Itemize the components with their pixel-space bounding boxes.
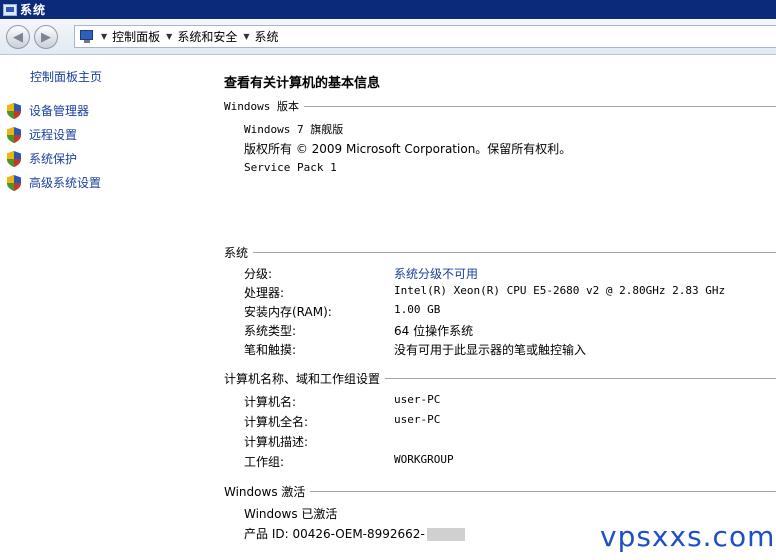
chevron-down-icon[interactable]: ▼	[166, 32, 172, 41]
product-id: 产品 ID: 00426-OEM-8992662-	[244, 527, 425, 541]
chevron-down-icon[interactable]: ▼	[101, 32, 107, 41]
device-manager-link[interactable]: 设备管理器	[7, 102, 89, 119]
breadcrumb-system[interactable]: 系统	[255, 28, 279, 45]
section-heading: 系统	[224, 246, 249, 260]
section-heading: Windows 激活	[224, 485, 306, 499]
section-windows-edition: Windows 版本	[224, 98, 776, 114]
service-pack: Service Pack 1	[244, 161, 337, 174]
computer-description-label: 计算机描述:	[244, 435, 309, 449]
rating-label: 分级:	[244, 267, 273, 281]
uac-shield-icon	[7, 174, 21, 191]
window-title: 系统	[20, 3, 47, 17]
section-heading: Windows 版本	[224, 100, 299, 113]
system-type-label: 系统类型:	[244, 324, 297, 338]
back-button[interactable]: ◀	[6, 25, 30, 49]
computer-name-value: user-PC	[394, 393, 441, 406]
activation-status: Windows 已激活	[244, 507, 338, 521]
system-protection-label: 系统保护	[29, 152, 78, 166]
remote-settings-link[interactable]: 远程设置	[7, 126, 77, 143]
title-bar: 系统	[0, 0, 776, 19]
watermark: vpsxxs.com	[600, 520, 776, 553]
breadcrumb-control-panel[interactable]: 控制面板	[112, 28, 160, 45]
chevron-down-icon[interactable]: ▼	[243, 32, 249, 41]
processor-value: Intel(R) Xeon(R) CPU E5-2680 v2 @ 2.80GH…	[394, 284, 726, 297]
device-manager-label: 设备管理器	[29, 104, 90, 118]
section-computer-name: 计算机名称、域和工作组设置	[224, 370, 776, 387]
breadcrumb: ▼ 控制面板 ▼ 系统和安全 ▼ 系统	[95, 28, 279, 45]
uac-shield-icon	[7, 102, 21, 119]
pen-touch-label: 笔和触摸:	[244, 343, 297, 357]
workgroup-value: WORKGROUP	[394, 453, 454, 466]
advanced-system-settings-link[interactable]: 高级系统设置	[7, 174, 101, 191]
full-computer-name-label: 计算机全名:	[244, 415, 309, 429]
uac-shield-icon	[7, 126, 21, 143]
full-computer-name-value: user-PC	[394, 413, 441, 426]
back-arrow-icon: ◀	[13, 29, 23, 45]
system-protection-link[interactable]: 系统保护	[7, 150, 77, 167]
breadcrumb-system-security[interactable]: 系统和安全	[177, 28, 237, 45]
workgroup-label: 工作组:	[244, 455, 285, 469]
pen-touch-value: 没有可用于此显示器的笔或触控输入	[394, 343, 587, 357]
copyright-text: 版权所有 © 2009 Microsoft Corporation。保留所有权利…	[244, 142, 572, 156]
left-pane: 控制面板主页 设备管理器 远程设置 系统保护 高级系统设置	[0, 55, 205, 560]
ram-value: 1.00 GB	[394, 303, 441, 316]
ram-label: 安装内存(RAM):	[244, 305, 332, 319]
redacted-block	[426, 528, 465, 541]
navigation-bar: ◀ ▶ ▼ 控制面板 ▼ 系统和安全 ▼ 系统	[0, 19, 776, 55]
address-bar[interactable]: ▼ 控制面板 ▼ 系统和安全 ▼ 系统	[74, 25, 776, 48]
computer-name-label: 计算机名:	[244, 395, 297, 409]
processor-label: 处理器:	[244, 286, 285, 300]
section-heading: 计算机名称、域和工作组设置	[224, 372, 381, 386]
forward-arrow-icon: ▶	[41, 29, 51, 45]
product-id-line: 产品 ID: 00426-OEM-8992662-	[244, 525, 465, 542]
section-system: 系统	[224, 244, 776, 261]
page-title: 查看有关计算机的基本信息	[224, 76, 381, 91]
remote-settings-label: 远程设置	[29, 128, 78, 142]
forward-button[interactable]: ▶	[34, 25, 58, 49]
system-type-value: 64 位操作系统	[394, 324, 474, 338]
control-panel-home-link[interactable]: 控制面板主页	[30, 68, 102, 85]
system-window-icon	[3, 3, 17, 16]
edition-name: Windows 7 旗舰版	[244, 123, 344, 136]
rating-link[interactable]: 系统分级不可用	[394, 265, 478, 282]
control-panel-icon	[79, 29, 95, 44]
uac-shield-icon	[7, 150, 21, 167]
advanced-system-settings-label: 高级系统设置	[29, 176, 102, 190]
section-activation: Windows 激活	[224, 483, 776, 500]
